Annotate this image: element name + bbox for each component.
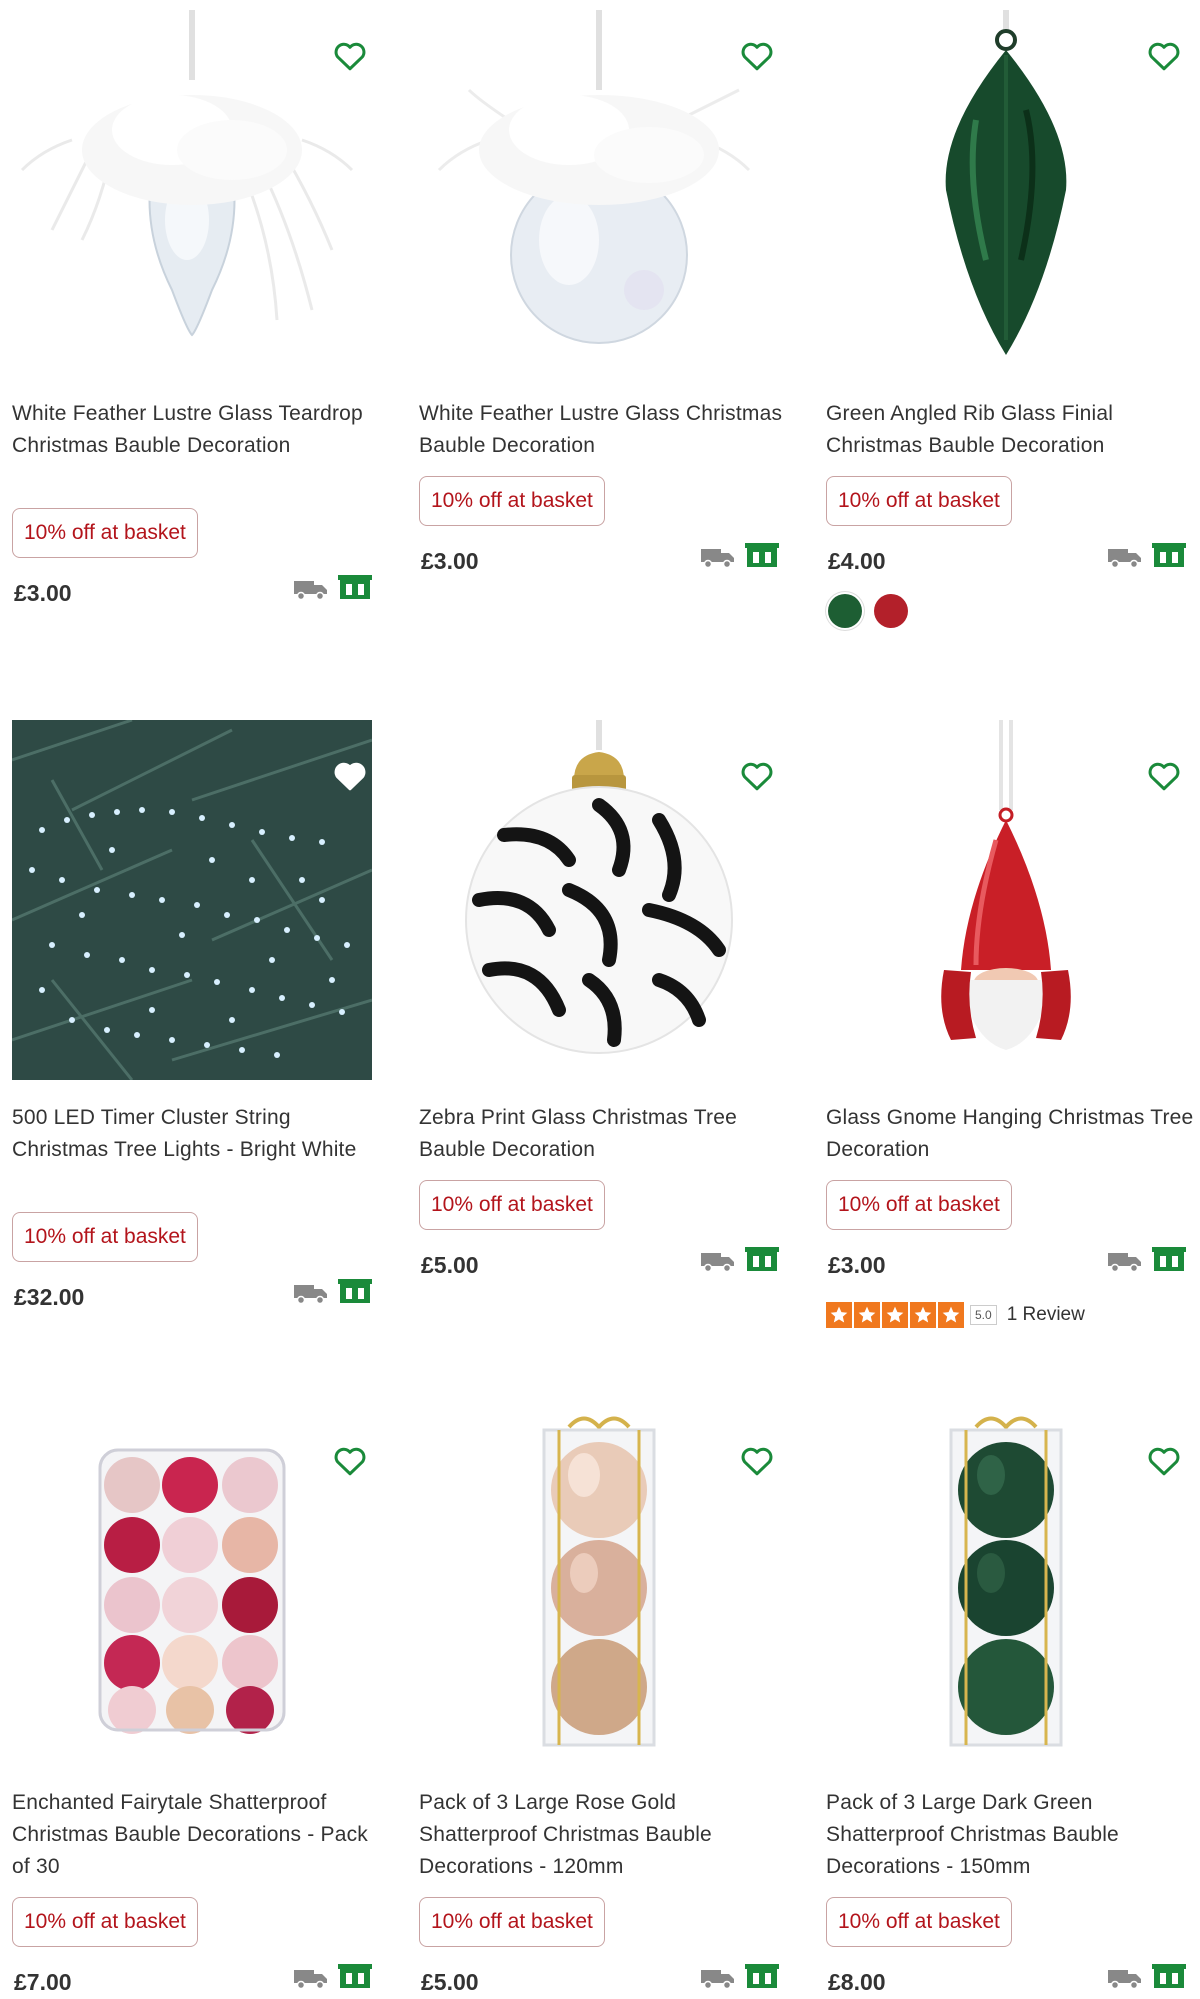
- product-title[interactable]: 500 LED Timer Cluster String Christmas T…: [12, 1102, 382, 1166]
- heart-icon[interactable]: [332, 38, 368, 74]
- product-card[interactable]: Pack of 3 Large Rose Gold Shatterproof C…: [419, 1405, 799, 1999]
- product-price: £5.00: [421, 1252, 479, 1278]
- product-image[interactable]: [12, 1405, 372, 1765]
- store-icon: [745, 543, 779, 567]
- truck-icon: [701, 1970, 734, 1989]
- store-icon: [1152, 1247, 1186, 1271]
- truck-icon: [701, 1253, 734, 1272]
- product-price: £4.00: [828, 548, 886, 574]
- promo-badge[interactable]: 10% off at basket: [12, 1897, 198, 1947]
- promo-badge[interactable]: 10% off at basket: [419, 1897, 605, 1947]
- color-swatch-green[interactable]: [828, 594, 862, 628]
- product-image[interactable]: [826, 0, 1186, 360]
- product-image[interactable]: [826, 720, 1186, 1080]
- truck-icon: [1108, 1970, 1141, 1989]
- product-price: £8.00: [828, 1969, 886, 1995]
- star-icon: [910, 1302, 936, 1328]
- heart-icon[interactable]: [1146, 38, 1182, 74]
- product-price: £5.00: [421, 1969, 479, 1995]
- truck-icon: [294, 1970, 327, 1989]
- product-card[interactable]: White Feather Lustre Glass Christmas Bau…: [419, 0, 799, 680]
- product-price: £3.00: [421, 548, 479, 574]
- product-image[interactable]: [826, 1405, 1186, 1765]
- review-count-link[interactable]: 1 Review: [1007, 1304, 1085, 1326]
- store-icon: [1152, 1964, 1186, 1988]
- truck-icon: [294, 581, 327, 600]
- product-price: £3.00: [828, 1252, 886, 1278]
- store-icon: [338, 1279, 372, 1303]
- rating-score: 5.0: [970, 1305, 997, 1325]
- product-title[interactable]: Pack of 3 Large Dark Green Shatterproof …: [826, 1787, 1196, 1883]
- product-card[interactable]: Green Angled Rib Glass Finial Christmas …: [826, 0, 1200, 680]
- star-icon: [826, 1302, 852, 1328]
- star-rating[interactable]: 5.0 1 Review: [826, 1302, 1085, 1328]
- heart-icon[interactable]: [1146, 1443, 1182, 1479]
- product-image[interactable]: [12, 0, 372, 360]
- truck-icon: [1108, 1253, 1141, 1272]
- product-title[interactable]: Glass Gnome Hanging Christmas Tree Decor…: [826, 1102, 1196, 1166]
- promo-badge[interactable]: 10% off at basket: [826, 1897, 1012, 1947]
- store-icon: [338, 575, 372, 599]
- product-title[interactable]: Zebra Print Glass Christmas Tree Bauble …: [419, 1102, 789, 1166]
- product-image[interactable]: [419, 0, 779, 360]
- product-card[interactable]: Glass Gnome Hanging Christmas Tree Decor…: [826, 720, 1200, 1370]
- product-card[interactable]: White Feather Lustre Glass Teardrop Chri…: [12, 0, 392, 680]
- heart-icon[interactable]: [332, 1443, 368, 1479]
- product-title[interactable]: White Feather Lustre Glass Teardrop Chri…: [12, 398, 382, 462]
- star-icon: [854, 1302, 880, 1328]
- product-image[interactable]: [419, 1405, 779, 1765]
- product-card[interactable]: 500 LED Timer Cluster String Christmas T…: [12, 720, 392, 1370]
- promo-badge[interactable]: 10% off at basket: [826, 1180, 1012, 1230]
- store-icon: [745, 1964, 779, 1988]
- product-title[interactable]: White Feather Lustre Glass Christmas Bau…: [419, 398, 789, 462]
- heart-icon[interactable]: [1146, 758, 1182, 794]
- heart-icon[interactable]: [739, 1443, 775, 1479]
- product-image[interactable]: [419, 720, 779, 1080]
- heart-icon[interactable]: [739, 38, 775, 74]
- promo-badge[interactable]: 10% off at basket: [12, 1212, 198, 1262]
- truck-icon: [701, 549, 734, 568]
- promo-badge[interactable]: 10% off at basket: [419, 1180, 605, 1230]
- truck-icon: [294, 1285, 327, 1304]
- product-card[interactable]: Zebra Print Glass Christmas Tree Bauble …: [419, 720, 799, 1370]
- color-swatch-red[interactable]: [874, 594, 908, 628]
- promo-badge[interactable]: 10% off at basket: [12, 508, 198, 558]
- store-icon: [338, 1964, 372, 1988]
- product-image[interactable]: [12, 720, 372, 1080]
- product-title[interactable]: Green Angled Rib Glass Finial Christmas …: [826, 398, 1196, 462]
- heart-icon[interactable]: [332, 758, 368, 794]
- store-icon: [1152, 543, 1186, 567]
- product-title[interactable]: Enchanted Fairytale Shatterproof Christm…: [12, 1787, 382, 1883]
- promo-badge[interactable]: 10% off at basket: [419, 476, 605, 526]
- heart-icon[interactable]: [739, 758, 775, 794]
- product-card[interactable]: Pack of 3 Large Dark Green Shatterproof …: [826, 1405, 1200, 1999]
- product-title[interactable]: Pack of 3 Large Rose Gold Shatterproof C…: [419, 1787, 789, 1883]
- star-icon: [938, 1302, 964, 1328]
- product-price: £7.00: [14, 1969, 72, 1995]
- product-price: £3.00: [14, 580, 72, 606]
- product-price: £32.00: [14, 1284, 85, 1310]
- product-card[interactable]: Enchanted Fairytale Shatterproof Christm…: [12, 1405, 392, 1999]
- promo-badge[interactable]: 10% off at basket: [826, 476, 1012, 526]
- truck-icon: [1108, 549, 1141, 568]
- store-icon: [745, 1247, 779, 1271]
- star-icon: [882, 1302, 908, 1328]
